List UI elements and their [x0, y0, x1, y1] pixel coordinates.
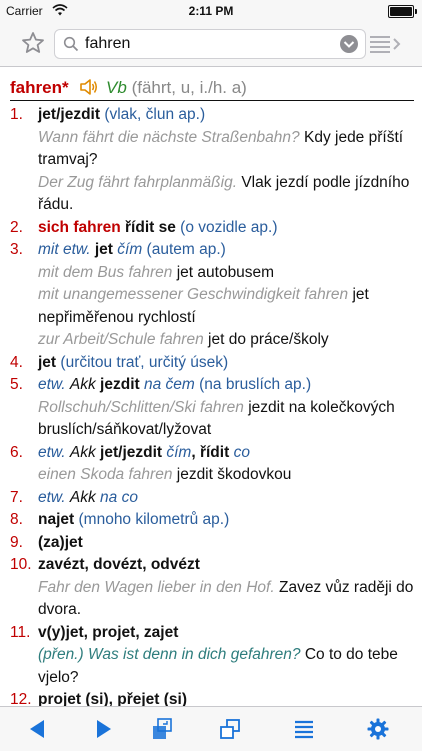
translation[interactable]: jet/jezdit: [100, 444, 162, 461]
sense-8: 8. najet (mnoho kilometrů ap.): [10, 509, 414, 532]
translation[interactable]: projet (si), přejet (si): [38, 691, 187, 706]
sense-7: 7. etw. Akk na co: [10, 487, 414, 510]
search-icon: [63, 36, 79, 52]
sense-number: 4.: [10, 353, 23, 371]
search-input[interactable]: [85, 33, 325, 55]
valency: mit etw.: [38, 241, 91, 258]
example-de: Was ist denn in dich gefahren?: [87, 646, 301, 663]
bottom-toolbar: [0, 706, 422, 751]
sense-4: 4. jet (určitou trať, určitý úsek): [10, 352, 414, 375]
sense-number: 9.: [10, 533, 23, 551]
sense-number: 8.: [10, 511, 23, 528]
gear-icon[interactable]: [366, 717, 390, 741]
grammar-forms: (fährt, u, i./h. a): [131, 78, 247, 97]
search-toolbar: [0, 22, 422, 67]
gloss: (určitou trať, určitý úsek): [60, 353, 229, 371]
headword: fahren*: [10, 78, 69, 97]
usage-label: (přen.): [38, 646, 84, 663]
valency: etw.: [38, 488, 66, 506]
sense-number: 7.: [10, 488, 23, 506]
gloss: (na bruslích ap.): [199, 376, 312, 393]
star-icon[interactable]: [21, 31, 45, 55]
windows-icon[interactable]: [218, 717, 242, 741]
gloss: (o vozidle ap.): [180, 218, 278, 236]
valency-cz: čím: [166, 443, 192, 461]
valency-cz: na čem: [143, 376, 195, 393]
translation[interactable]: najet: [38, 511, 74, 528]
sense-number: 2.: [10, 218, 23, 236]
valency: etw.: [38, 376, 66, 393]
search-field: [54, 29, 366, 59]
clock: 2:11 PM: [188, 4, 234, 18]
chevron-down-icon[interactable]: [339, 34, 359, 54]
sense-number: 11.: [10, 623, 31, 641]
valency: etw.: [38, 443, 66, 461]
gloss: (vlak, člun ap.): [104, 106, 206, 123]
example-de: mit dem Bus fahren: [38, 263, 173, 281]
senses-list: 1. jet/jezdit (vlak, člun ap.) Wann fähr…: [10, 104, 414, 706]
sense-number: 12.: [10, 691, 32, 706]
example-cz: jezdit škodovkou: [176, 466, 292, 483]
entry-view: fahren* Vb (fährt, u, i./h. a) 1. jet/je…: [0, 66, 422, 706]
translation[interactable]: v(y)jet, projet, zajet: [38, 624, 178, 641]
translation[interactable]: jezdit: [100, 376, 140, 393]
example-de: Rollschuh/Schlitten/Ski fahren: [38, 398, 244, 416]
sense-number: 3.: [10, 241, 23, 258]
speaker-icon[interactable]: [79, 78, 99, 96]
valency-cz: čím: [117, 241, 143, 258]
translation[interactable]: jet: [95, 241, 113, 258]
battery-icon: [388, 5, 417, 18]
case-label: Akk: [69, 488, 96, 506]
case-label: Akk: [69, 443, 96, 461]
reflexive-form: sich fahren: [38, 218, 121, 236]
sense-number: 10.: [10, 556, 32, 573]
sense-9: 9. (za)jet: [10, 532, 414, 555]
sense-11: 11. v(y)jet, projet, zajet (přen.) Was i…: [10, 622, 414, 690]
example-de: zur Arbeit/Schule fahren: [38, 331, 204, 348]
translation[interactable]: řídit: [200, 444, 229, 461]
part-of-speech: Vb: [106, 78, 127, 97]
arrow-right-icon[interactable]: [91, 717, 115, 741]
sense-2: 2. sich fahren řídit se (o vozidle ap.): [10, 217, 414, 240]
translation[interactable]: jet/jezdit: [38, 106, 100, 123]
list-arrow-icon[interactable]: [368, 31, 402, 57]
translation[interactable]: jet: [38, 354, 56, 371]
translation[interactable]: (za)jet: [38, 534, 83, 551]
translation[interactable]: řídit se: [125, 219, 176, 236]
arrow-left-icon[interactable]: [26, 717, 50, 741]
sense-number: 1.: [10, 106, 23, 123]
list-lines-icon[interactable]: [292, 717, 316, 741]
valency-cz: na co: [100, 488, 138, 506]
gloss: (mnoho kilometrů ap.): [78, 511, 230, 528]
copy-window-icon[interactable]: [150, 717, 174, 741]
gloss: (autem ap.): [146, 241, 226, 258]
sense-10: 10. zavézt, dovézt, odvézt Fahr den Wage…: [10, 554, 414, 622]
example-cz: jet autobusem: [176, 263, 275, 281]
example-de: Der Zug fährt fahrplanmäßig.: [38, 173, 238, 191]
sense-number: 5.: [10, 376, 23, 393]
sense-number: 6.: [10, 443, 23, 461]
sense-6: 6. etw. Akk jet/jezdit čím, řídit co ein…: [10, 443, 292, 484]
headword-line: fahren* Vb (fährt, u, i./h. a): [10, 78, 414, 101]
example-de: Fahr den Wagen lieber in den Hof.: [38, 578, 275, 596]
example-de: einen Skoda fahren: [38, 466, 173, 483]
status-bar: Carrier 2:11 PM: [0, 0, 422, 22]
case-label: Akk: [69, 376, 96, 393]
sense-1: 1. jet/jezdit (vlak, člun ap.) Wann fähr…: [10, 104, 414, 217]
sense-5: 5. etw. Akk jezdit na čem (na bruslích a…: [10, 374, 414, 442]
sense-12: 12. projet (si), přejet (si): [10, 689, 414, 706]
valency-cz: co: [233, 443, 250, 461]
example-de: mit unangemessener Geschwindigkeit fahre…: [38, 286, 349, 303]
example-de: Wann fährt die nächste Straßenbahn?: [38, 128, 300, 146]
sense-3: 3. mit etw. jet čím (autem ap.) mit dem …: [10, 239, 414, 352]
example-cz: jet do práce/školy: [208, 331, 329, 348]
translation[interactable]: zavézt, dovézt, odvézt: [38, 556, 200, 573]
